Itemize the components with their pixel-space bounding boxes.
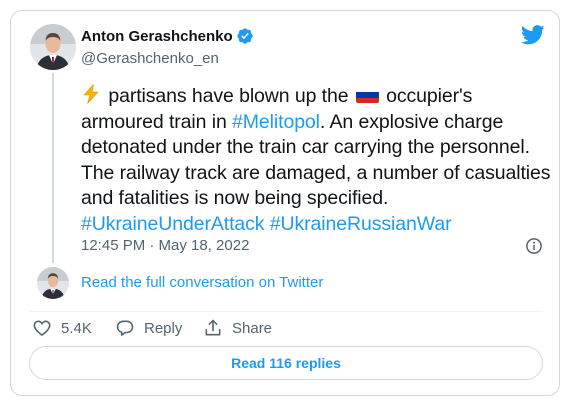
conversation-avatar[interactable] bbox=[37, 267, 69, 299]
tweet-timestamp[interactable]: 12:45 PM · May 18, 2022 bbox=[81, 237, 249, 254]
hashtag-ukraine-russian-war-link[interactable]: #UkraineRussianWar bbox=[270, 213, 452, 235]
divider bbox=[29, 311, 543, 312]
author-handle[interactable]: @Gerashchenko_en bbox=[81, 50, 219, 67]
russia-flag-icon bbox=[355, 87, 379, 103]
author-avatar[interactable] bbox=[30, 24, 76, 70]
reply-label: Reply bbox=[144, 319, 183, 337]
read-full-conversation-link[interactable]: Read the full conversation on Twitter bbox=[81, 274, 323, 291]
read-replies-button[interactable]: Read 116 replies bbox=[29, 346, 543, 380]
hashtag-ukraine-under-attack-link[interactable]: #UkraineUnderAttack bbox=[81, 213, 265, 235]
embedded-tweet-card: Anton Gerashchenko @Gerashchenko_en part… bbox=[10, 10, 560, 396]
thread-line bbox=[52, 73, 54, 263]
high-voltage-icon bbox=[83, 84, 99, 104]
reply-button[interactable]: Reply bbox=[115, 317, 182, 339]
tweet-text-part-1: partisans have blown up the bbox=[108, 85, 349, 107]
like-button[interactable]: 5.4K bbox=[32, 317, 92, 339]
read-replies-label: Read 116 replies bbox=[231, 355, 341, 371]
share-button[interactable]: Share bbox=[203, 317, 272, 339]
tweet-text: partisans have blown up the occupier's a… bbox=[81, 84, 551, 237]
author-name[interactable]: Anton Gerashchenko bbox=[81, 27, 254, 45]
share-label: Share bbox=[232, 319, 273, 337]
author-name-text[interactable]: Anton Gerashchenko bbox=[81, 28, 233, 45]
like-count: 5.4K bbox=[61, 319, 92, 337]
heart-icon bbox=[33, 320, 51, 336]
verified-badge-icon bbox=[237, 28, 253, 44]
twitter-bird-icon[interactable] bbox=[521, 25, 545, 45]
speech-bubble-icon bbox=[116, 320, 134, 336]
share-icon bbox=[205, 319, 221, 336]
info-icon[interactable] bbox=[525, 237, 543, 255]
hashtag-melitopol-link[interactable]: #Melitopol bbox=[232, 111, 320, 133]
